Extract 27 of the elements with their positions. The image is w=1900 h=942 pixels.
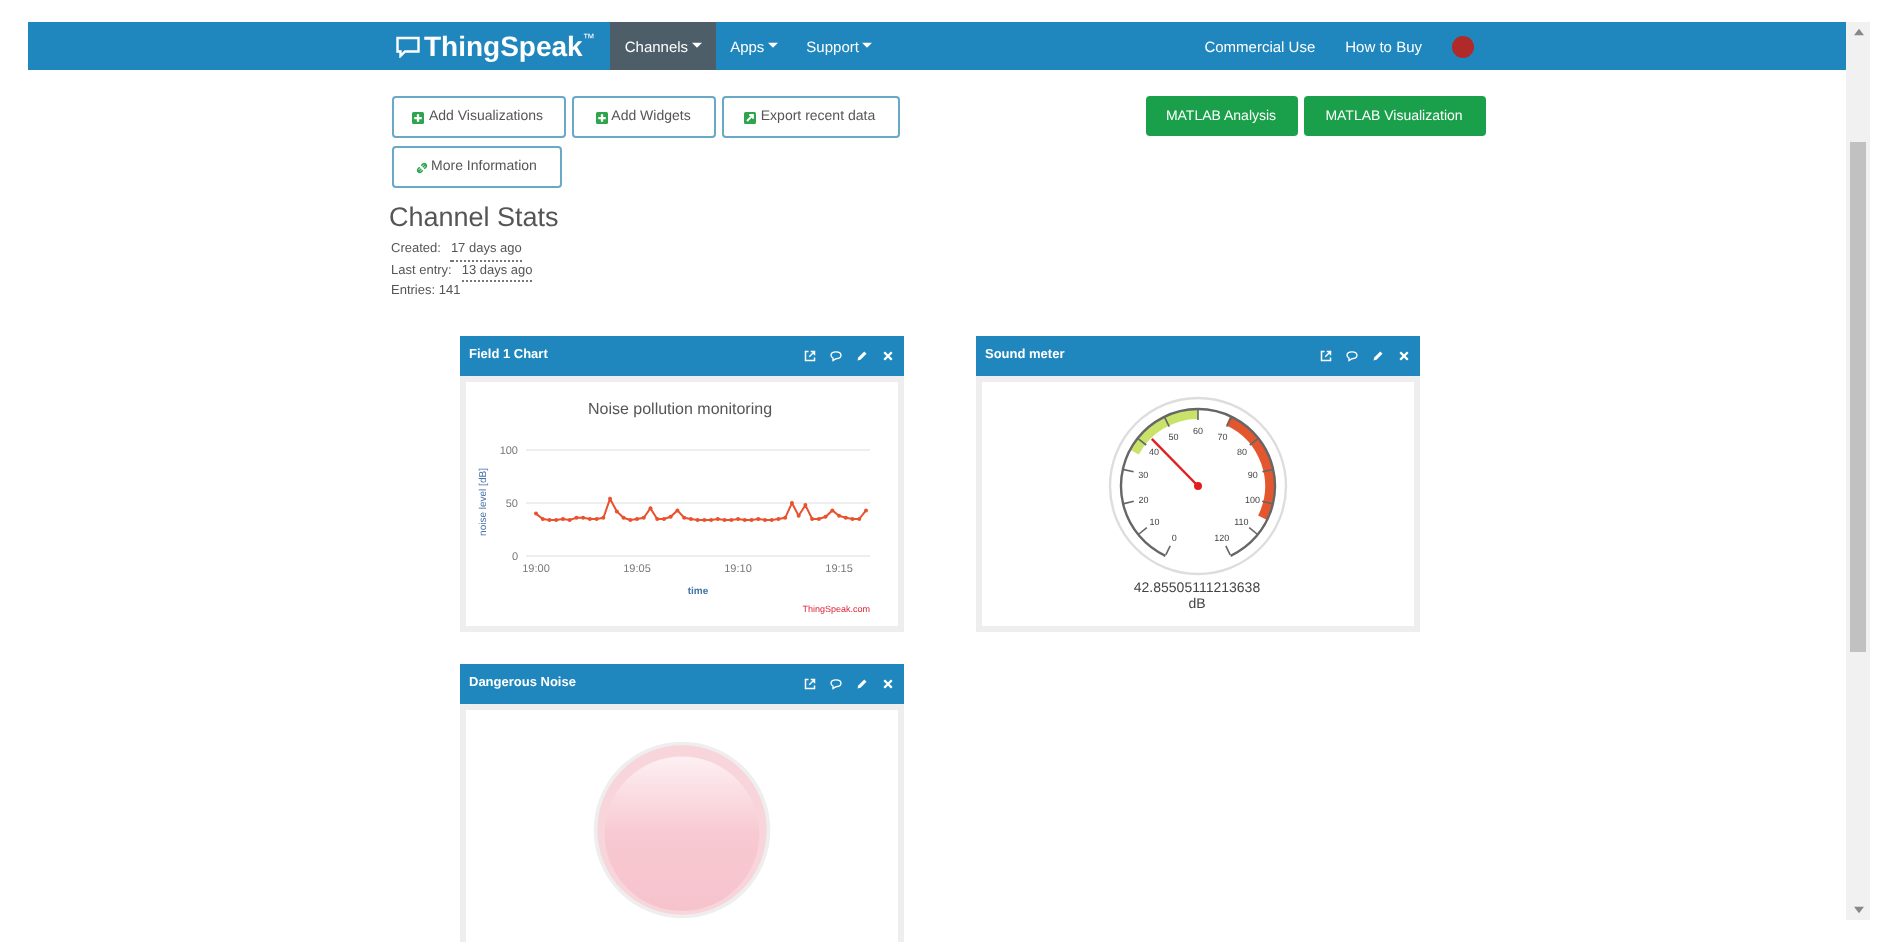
section-title: Channel Stats [389, 202, 561, 232]
pencil-icon[interactable] [855, 677, 867, 689]
export-icon [744, 111, 757, 123]
plus-icon [595, 111, 608, 123]
pencil-icon[interactable] [1371, 349, 1383, 361]
plus-icon [412, 111, 425, 123]
caret-icon [862, 42, 873, 50]
brand-logo[interactable]: ThingSpeak$^{™}$ [396, 30, 595, 62]
external-link-icon[interactable] [1319, 349, 1331, 361]
external-link-icon[interactable] [803, 677, 815, 689]
scroll-up-icon[interactable] [1853, 28, 1863, 36]
external-link-icon[interactable] [803, 349, 815, 361]
link-icon [415, 161, 428, 173]
pencil-icon[interactable] [855, 349, 867, 361]
close-icon[interactable] [881, 677, 893, 689]
close-icon[interactable] [1397, 349, 1409, 361]
scroll-down-icon[interactable] [1853, 906, 1863, 914]
speech-bubble-icon [396, 35, 420, 57]
caret-icon [692, 42, 703, 50]
comment-icon[interactable] [829, 677, 841, 689]
comment-icon[interactable] [829, 349, 841, 361]
gauge-band [1224, 415, 1274, 519]
comment-icon[interactable] [1345, 349, 1357, 361]
scrollbar-thumb[interactable] [1850, 142, 1866, 652]
close-icon[interactable] [881, 349, 893, 361]
caret-icon [768, 42, 779, 50]
chart-title: Noise pollution monitoring [586, 399, 772, 417]
